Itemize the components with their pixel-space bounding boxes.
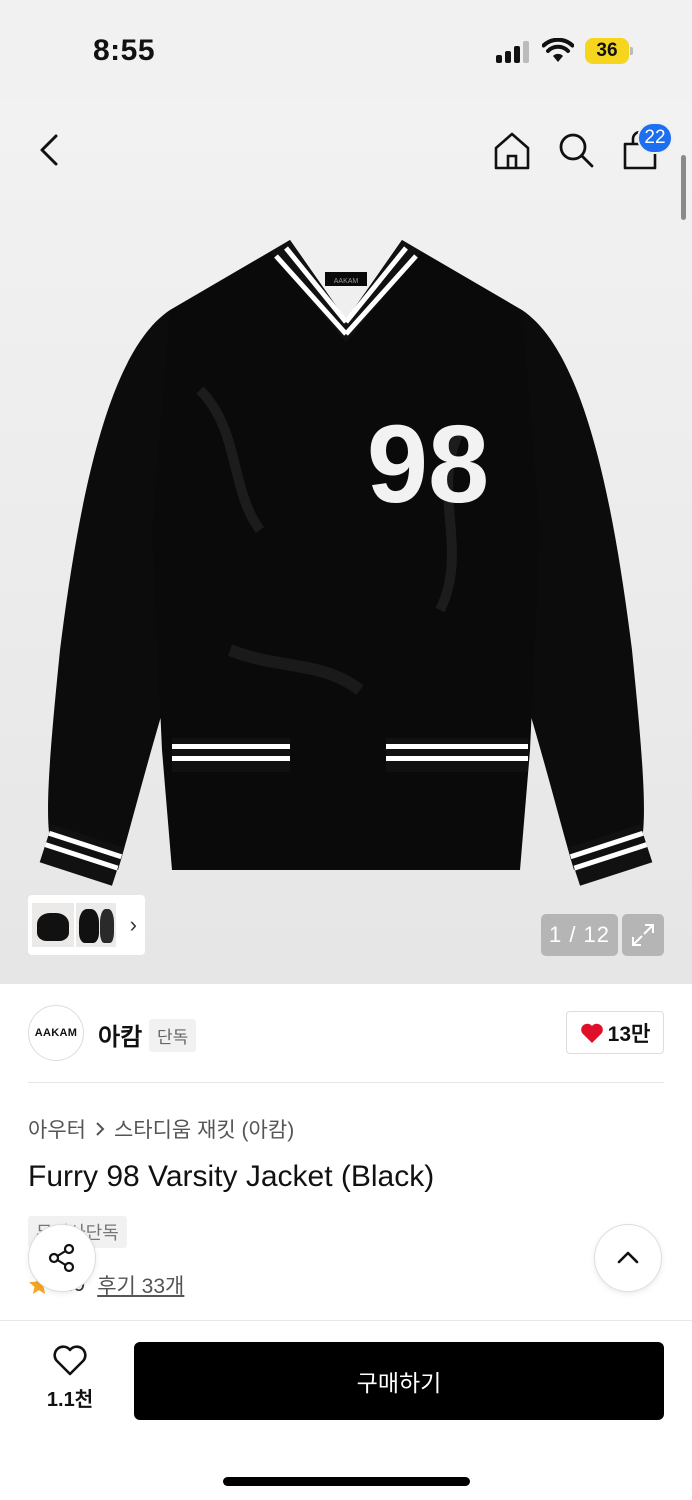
cart-count-badge: 22 [637, 122, 673, 154]
chevron-right-icon [96, 1122, 105, 1136]
share-button[interactable] [28, 1224, 96, 1292]
brand-exclusive-tag: 단독 [149, 1019, 197, 1052]
wishlist-count: 1.1천 [46, 1389, 94, 1411]
breadcrumb-subcategory[interactable]: 스타디움 재킷 (아캄) [114, 1114, 294, 1144]
breadcrumb: 아우터 스타디움 재킷 (아캄) [28, 1114, 294, 1144]
scroll-indicator [681, 155, 686, 220]
image-pager: 1 / 12 [541, 914, 618, 956]
product-title: Furry 98 Varsity Jacket (Black) [28, 1160, 435, 1193]
status-bar: 8:55 36 [0, 0, 692, 100]
home-icon[interactable] [492, 128, 532, 172]
chevron-up-icon [617, 1251, 639, 1264]
review-count-link[interactable]: 후기 33개 [97, 1270, 184, 1300]
breadcrumb-category[interactable]: 아우터 [28, 1114, 86, 1144]
brand-like-count: 13만 [607, 1022, 651, 1046]
battery-icon: 36 [585, 38, 633, 64]
scroll-top-button[interactable] [594, 1224, 662, 1292]
search-icon[interactable] [556, 128, 596, 172]
back-arrow-icon[interactable] [30, 128, 70, 172]
product-gallery[interactable]: 22 AAKAM 98 › 1 / 12 [0, 100, 692, 984]
neck-label: AAKAM [334, 278, 359, 285]
product-image[interactable]: AAKAM 98 [0, 230, 692, 910]
brand-name[interactable]: 아캄 [98, 1017, 142, 1052]
thumbnail-image[interactable] [32, 903, 74, 947]
heart-filled-icon [580, 1023, 603, 1043]
thumbnail-image[interactable] [76, 903, 116, 947]
home-indicator [223, 1477, 470, 1486]
bottom-action-bar: 1.1천 구매하기 [0, 1320, 692, 1500]
heart-outline-icon [53, 1345, 87, 1376]
thumbnail-strip[interactable]: › [28, 895, 145, 955]
expand-icon[interactable] [622, 914, 664, 956]
brand-logo[interactable]: AAKAM [28, 1005, 84, 1061]
chevron-right-icon[interactable]: › [130, 912, 137, 938]
divider [28, 1082, 664, 1083]
wishlist-button[interactable]: 1.1천 [40, 1345, 100, 1415]
signal-icon [496, 41, 532, 63]
brand-like-button[interactable]: 13만 [566, 1011, 664, 1054]
jacket-patch-98: 98 [367, 403, 489, 526]
buy-button[interactable]: 구매하기 [134, 1342, 664, 1420]
share-icon [48, 1243, 75, 1273]
battery-level: 36 [585, 38, 629, 64]
wifi-icon [542, 38, 574, 62]
status-time: 8:55 [93, 34, 156, 67]
